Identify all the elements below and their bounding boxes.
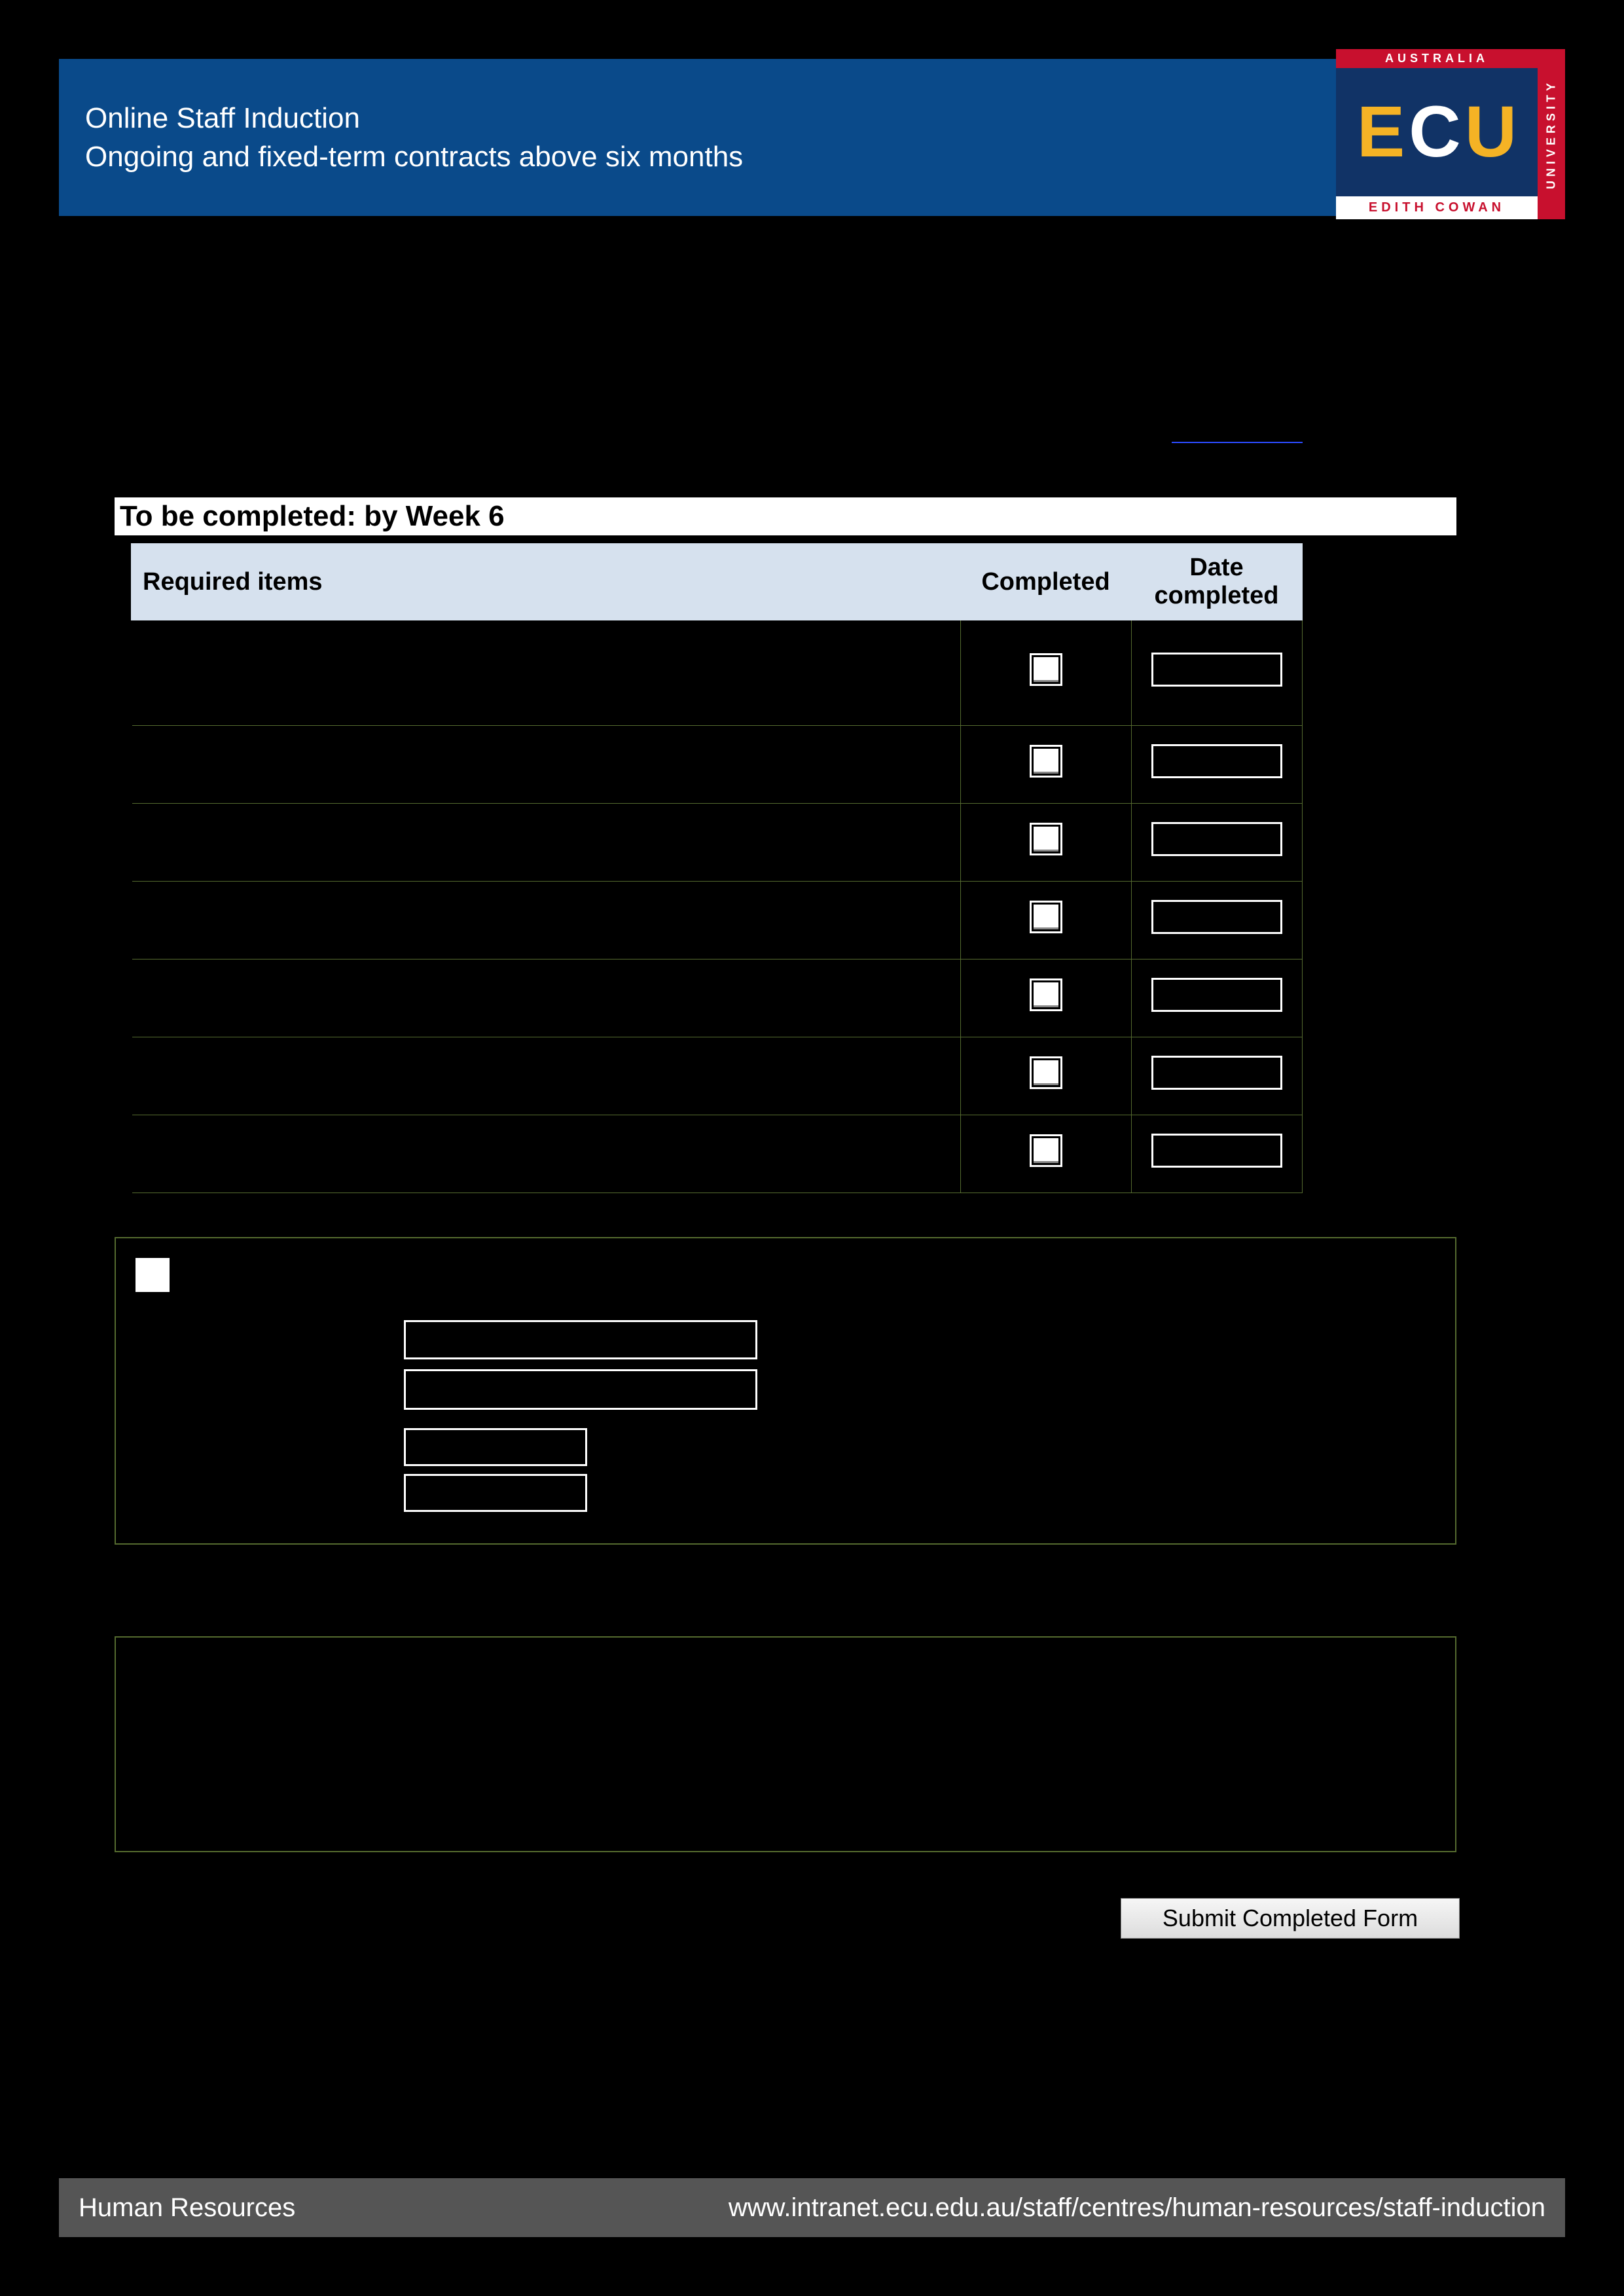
item-cell xyxy=(132,1115,960,1193)
table-row xyxy=(132,1115,1302,1193)
required-items-table: Required items Completed Date completed xyxy=(131,543,1303,1193)
completed-checkbox[interactable] xyxy=(1030,901,1062,933)
submit-button[interactable]: Submit Completed Form xyxy=(1121,1898,1460,1939)
logo-letter-e: E xyxy=(1357,96,1405,168)
header-text-block: Online Staff Induction Ongoing and fixed… xyxy=(85,99,743,177)
date-field[interactable] xyxy=(404,1474,587,1512)
name-field[interactable] xyxy=(404,1320,757,1359)
completed-checkbox[interactable] xyxy=(1030,1056,1062,1089)
table-row xyxy=(132,882,1302,960)
logo-letter-u: U xyxy=(1465,96,1517,168)
date-completed-field[interactable] xyxy=(1151,900,1282,934)
footer-bar: Human Resources www.intranet.ecu.edu.au/… xyxy=(59,2178,1565,2237)
completed-checkbox[interactable] xyxy=(1030,1134,1062,1167)
footer-left: Human Resources xyxy=(79,2193,295,2223)
footer-url: www.intranet.ecu.edu.au/staff/centres/hu… xyxy=(729,2193,1545,2223)
header-title: Online Staff Induction xyxy=(85,99,743,137)
hyperlink-underline[interactable] xyxy=(1172,442,1303,443)
item-cell xyxy=(132,882,960,960)
table-row xyxy=(132,1037,1302,1115)
table-row xyxy=(132,726,1302,804)
completed-checkbox[interactable] xyxy=(1030,978,1062,1011)
date-completed-field[interactable] xyxy=(1151,1134,1282,1168)
completed-checkbox[interactable] xyxy=(1030,823,1062,855)
header-subtitle: Ongoing and fixed-term contracts above s… xyxy=(85,137,743,176)
logo-bottom-text: EDITH COWAN xyxy=(1336,196,1538,219)
completed-checkbox[interactable] xyxy=(1030,653,1062,686)
col-header-date: Date completed xyxy=(1131,544,1302,620)
comments-panel[interactable] xyxy=(115,1636,1456,1852)
item-cell xyxy=(132,726,960,804)
item-cell xyxy=(132,1037,960,1115)
logo-side-text: UNIVERSITY xyxy=(1538,49,1565,219)
date-completed-field[interactable] xyxy=(1151,653,1282,687)
date-completed-field[interactable] xyxy=(1151,978,1282,1012)
section-heading-bar: To be completed: by Week 6 xyxy=(115,497,1456,535)
completed-checkbox[interactable] xyxy=(1030,745,1062,778)
col-header-completed: Completed xyxy=(960,544,1131,620)
table-row xyxy=(132,620,1302,726)
ecu-logo: AUSTRALIA E C U EDITH COWAN UNIVERSITY xyxy=(1336,49,1565,219)
acknowledgement-checkbox[interactable] xyxy=(135,1258,170,1292)
logo-letter-c: C xyxy=(1409,96,1460,168)
table-row xyxy=(132,804,1302,882)
item-cell xyxy=(132,620,960,726)
date-completed-field[interactable] xyxy=(1151,1056,1282,1090)
date-completed-field[interactable] xyxy=(1151,822,1282,856)
acknowledgement-panel xyxy=(115,1237,1456,1545)
header-bar: Online Staff Induction Ongoing and fixed… xyxy=(59,59,1565,216)
section-title: To be completed: by Week 6 xyxy=(115,497,510,535)
employee-id-field[interactable] xyxy=(404,1428,587,1466)
item-cell xyxy=(132,804,960,882)
signature-field[interactable] xyxy=(404,1369,757,1410)
logo-top-text: AUSTRALIA xyxy=(1336,49,1538,68)
table-row xyxy=(132,960,1302,1037)
col-header-items: Required items xyxy=(132,544,960,620)
date-completed-field[interactable] xyxy=(1151,744,1282,778)
item-cell xyxy=(132,960,960,1037)
